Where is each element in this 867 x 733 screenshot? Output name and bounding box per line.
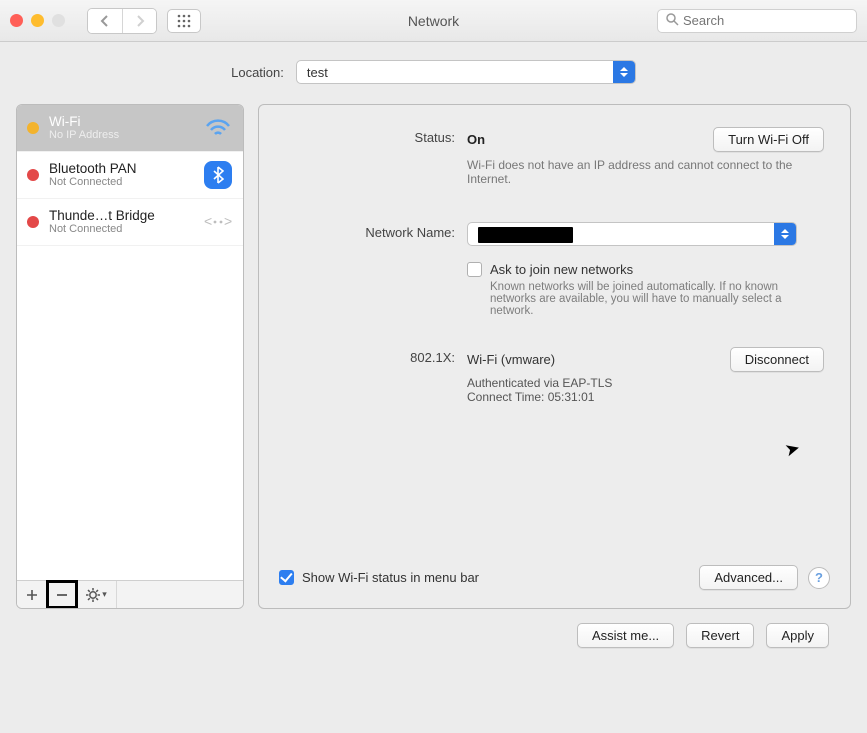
service-name: Wi-Fi: [49, 114, 193, 130]
show-status-checkbox[interactable]: [279, 570, 294, 585]
status-dot-icon: [27, 169, 39, 181]
8021x-connect-time: Connect Time: 05:31:01: [467, 390, 824, 404]
location-select[interactable]: test: [296, 60, 636, 84]
location-row: Location: test: [16, 60, 851, 84]
location-value: test: [307, 65, 328, 80]
sidebar-toolbar: ▾: [17, 580, 243, 608]
8021x-label: 802.1X:: [277, 347, 467, 404]
network-name-label: Network Name:: [277, 222, 467, 317]
nav-back-forward: [87, 8, 157, 34]
service-name: Bluetooth PAN: [49, 161, 193, 177]
forward-button[interactable]: [122, 9, 156, 33]
status-label: Status:: [277, 127, 467, 186]
service-list: Wi-Fi No IP Address Bluetooth P: [17, 105, 243, 580]
select-stepper-icon: [613, 61, 635, 83]
ask-to-join-help: Known networks will be joined automatica…: [490, 281, 820, 317]
chevron-down-icon: ▾: [102, 589, 107, 600]
svg-text:<: <: [204, 213, 212, 229]
toggle-wifi-button[interactable]: Turn Wi-Fi Off: [713, 127, 824, 152]
redacted-network-name: [478, 227, 573, 243]
thunderbolt-bridge-icon: < >: [203, 207, 233, 237]
network-name-select[interactable]: [467, 222, 797, 246]
advanced-button[interactable]: Advanced...: [699, 565, 798, 590]
search-icon: [666, 13, 679, 29]
add-service-button[interactable]: [17, 581, 47, 608]
search-field[interactable]: [657, 9, 857, 33]
8021x-profile-name: Wi-Fi (vmware): [467, 352, 555, 367]
ask-to-join-label: Ask to join new networks: [490, 262, 820, 277]
show-status-label: Show Wi-Fi status in menu bar: [302, 570, 479, 585]
apply-button[interactable]: Apply: [766, 623, 829, 648]
wifi-icon: [203, 113, 233, 143]
dialog-footer: Assist me... Revert Apply: [16, 609, 851, 648]
plus-icon: [26, 589, 38, 601]
status-dot-icon: [27, 122, 39, 134]
disconnect-button[interactable]: Disconnect: [730, 347, 824, 372]
select-stepper-icon: [774, 223, 796, 245]
service-name: Thunde…t Bridge: [49, 208, 193, 224]
back-button[interactable]: [88, 9, 122, 33]
minus-icon: [56, 589, 68, 601]
search-input[interactable]: [683, 13, 848, 28]
status-dot-icon: [27, 216, 39, 228]
minimize-window-button[interactable]: [31, 14, 44, 27]
service-substatus: No IP Address: [49, 129, 193, 142]
ask-to-join-checkbox[interactable]: [467, 262, 482, 277]
bluetooth-icon: [203, 160, 233, 190]
titlebar: Network: [0, 0, 867, 42]
service-substatus: Not Connected: [49, 223, 193, 236]
detail-pane: Status: On Turn Wi-Fi Off Wi-Fi does not…: [258, 104, 851, 609]
gear-icon: [86, 588, 100, 602]
service-item-thunderbolt-bridge[interactable]: Thunde…t Bridge Not Connected < >: [17, 199, 243, 246]
service-item-wifi[interactable]: Wi-Fi No IP Address: [17, 105, 243, 152]
status-description: Wi-Fi does not have an IP address and ca…: [467, 158, 824, 186]
mouse-cursor-icon: ➤: [782, 437, 802, 461]
remove-service-button[interactable]: [47, 581, 77, 608]
show-all-prefs-button[interactable]: [167, 9, 201, 33]
service-item-bluetooth-pan[interactable]: Bluetooth PAN Not Connected: [17, 152, 243, 199]
assist-me-button[interactable]: Assist me...: [577, 623, 674, 648]
service-sidebar: Wi-Fi No IP Address Bluetooth P: [16, 104, 244, 609]
location-label: Location:: [231, 65, 284, 80]
status-value: On: [467, 132, 485, 147]
window-controls: [10, 14, 65, 27]
revert-button[interactable]: Revert: [686, 623, 754, 648]
8021x-auth-method: Authenticated via EAP-TLS: [467, 376, 824, 390]
service-substatus: Not Connected: [49, 176, 193, 189]
service-actions-menu[interactable]: ▾: [77, 581, 117, 608]
svg-text:>: >: [224, 213, 232, 229]
zoom-window-button[interactable]: [52, 14, 65, 27]
help-button[interactable]: ?: [808, 567, 830, 589]
close-window-button[interactable]: [10, 14, 23, 27]
